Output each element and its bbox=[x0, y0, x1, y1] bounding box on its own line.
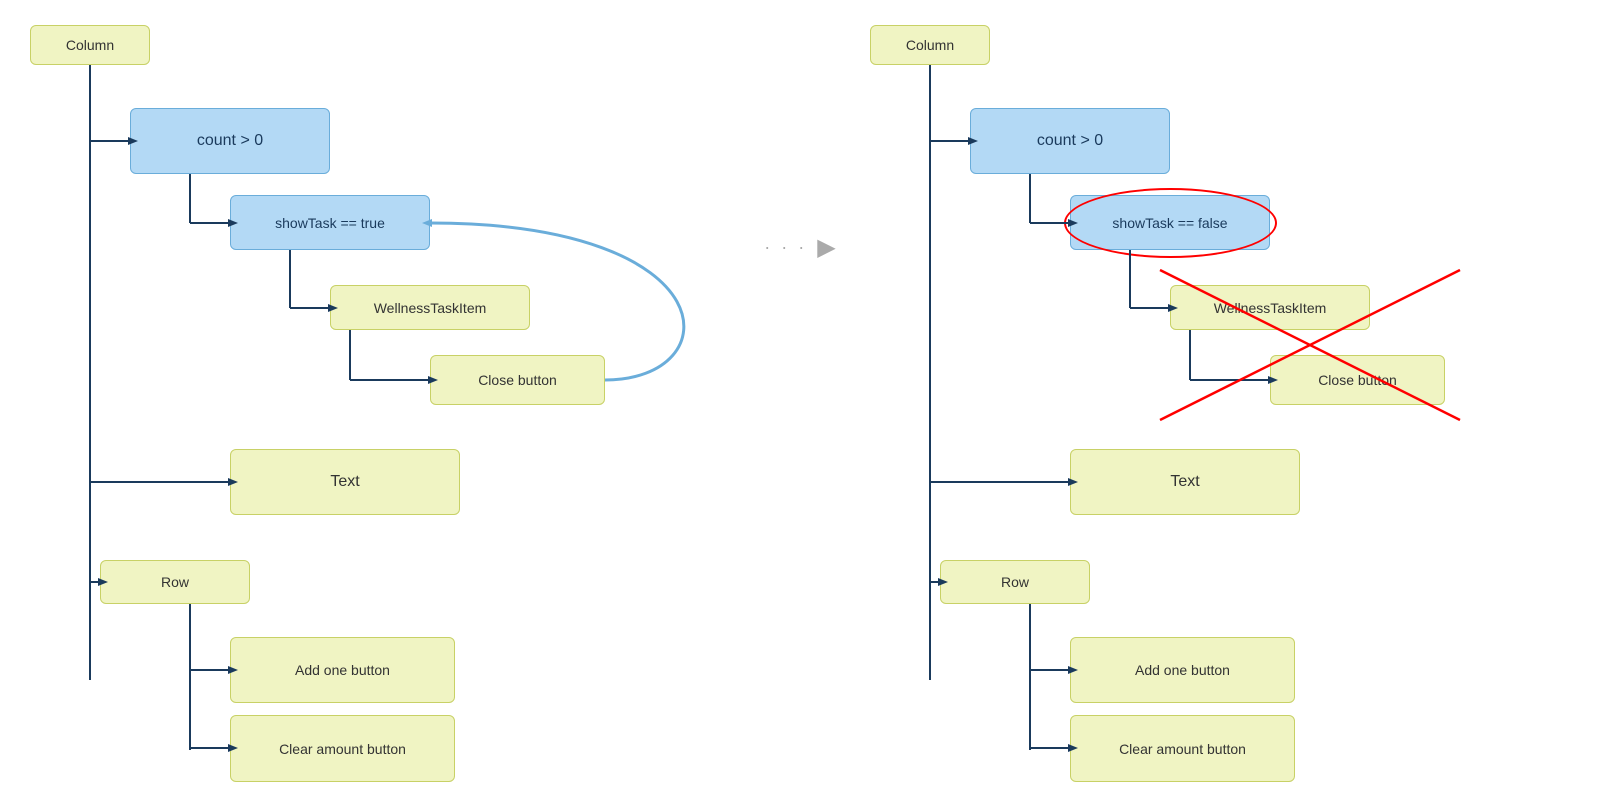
dots-label: · · · bbox=[764, 237, 807, 258]
divider-arrow: · · · ▶ bbox=[764, 233, 835, 262]
right-clear-node: Clear amount button bbox=[1070, 715, 1295, 782]
left-close-node: Close button bbox=[430, 355, 605, 405]
right-showtask-node: showTask == false bbox=[1070, 195, 1270, 250]
left-panel: Column count > 0 showTask == true Wellne… bbox=[0, 0, 760, 795]
arrow-label: ▶ bbox=[817, 233, 835, 262]
right-panel: Column count > 0 showTask == false Welln… bbox=[840, 0, 1600, 795]
divider: · · · ▶ bbox=[760, 0, 840, 795]
right-text-node: Text bbox=[1070, 449, 1300, 515]
left-wellness-node: WellnessTaskItem bbox=[330, 285, 530, 330]
left-addone-node: Add one button bbox=[230, 637, 455, 703]
right-column-node: Column bbox=[870, 25, 990, 65]
left-text-node: Text bbox=[230, 449, 460, 515]
right-addone-node: Add one button bbox=[1070, 637, 1295, 703]
right-wellness-node: WellnessTaskItem bbox=[1170, 285, 1370, 330]
right-close-node: Close button bbox=[1270, 355, 1445, 405]
right-count-node: count > 0 bbox=[970, 108, 1170, 174]
diagram-container: Column count > 0 showTask == true Wellne… bbox=[0, 0, 1600, 795]
left-count-node: count > 0 bbox=[130, 108, 330, 174]
left-clear-node: Clear amount button bbox=[230, 715, 455, 782]
right-row-node: Row bbox=[940, 560, 1090, 604]
left-row-node: Row bbox=[100, 560, 250, 604]
left-showtask-node: showTask == true bbox=[230, 195, 430, 250]
left-column-node: Column bbox=[30, 25, 150, 65]
